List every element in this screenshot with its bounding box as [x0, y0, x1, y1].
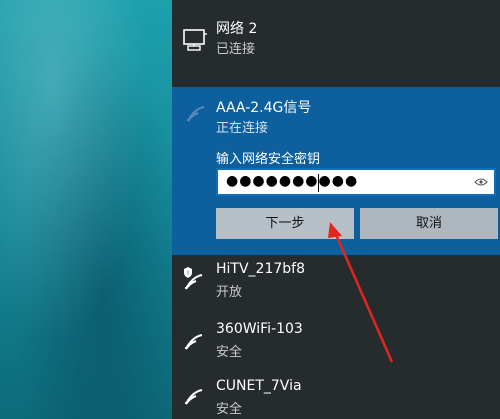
wifi-icon: [187, 106, 205, 122]
wired-network-name: 网络 2: [216, 21, 258, 37]
network-status: 开放: [216, 285, 243, 300]
network-status: 安全: [216, 402, 243, 417]
network-item-wired[interactable]: 网络 2 已连接: [172, 0, 500, 87]
wired-network-status: 已连接: [216, 42, 256, 57]
active-network-status: 正在连接: [216, 121, 269, 136]
password-value: ●●●●●●●●●●: [226, 173, 359, 189]
wifi-open-icon: !: [184, 267, 203, 290]
text-caret: [318, 174, 319, 192]
network-name: HiTV_217bf8: [216, 261, 305, 277]
password-label: 输入网络安全密钥: [216, 152, 321, 167]
network-name: 360WiFi-103: [216, 321, 303, 337]
cancel-button[interactable]: 取消: [360, 208, 498, 239]
wifi-secure-icon: [185, 389, 203, 405]
network-item-cunet[interactable]: CUNET_7Via 安全: [172, 370, 500, 419]
network-status: 安全: [216, 345, 243, 360]
desktop-wallpaper: [0, 0, 172, 419]
reveal-password-icon[interactable]: [474, 177, 488, 187]
network-item-360wifi[interactable]: 360WiFi-103 安全: [172, 315, 500, 367]
network-flyout: 网络 2 已连接 AAA-2.4G信号 正在连接 输入网络安全密钥 ●●●●●●…: [172, 0, 500, 419]
svg-text:!: !: [187, 270, 189, 277]
next-button[interactable]: 下一步: [216, 208, 354, 239]
active-network-name: AAA-2.4G信号: [216, 100, 312, 116]
network-name: CUNET_7Via: [216, 378, 302, 394]
wifi-secure-icon: [185, 334, 203, 350]
network-item-hitv[interactable]: ! HiTV_217bf8 开放: [172, 255, 500, 315]
ethernet-icon: [183, 29, 207, 51]
password-input[interactable]: ●●●●●●●●●●: [216, 168, 496, 196]
